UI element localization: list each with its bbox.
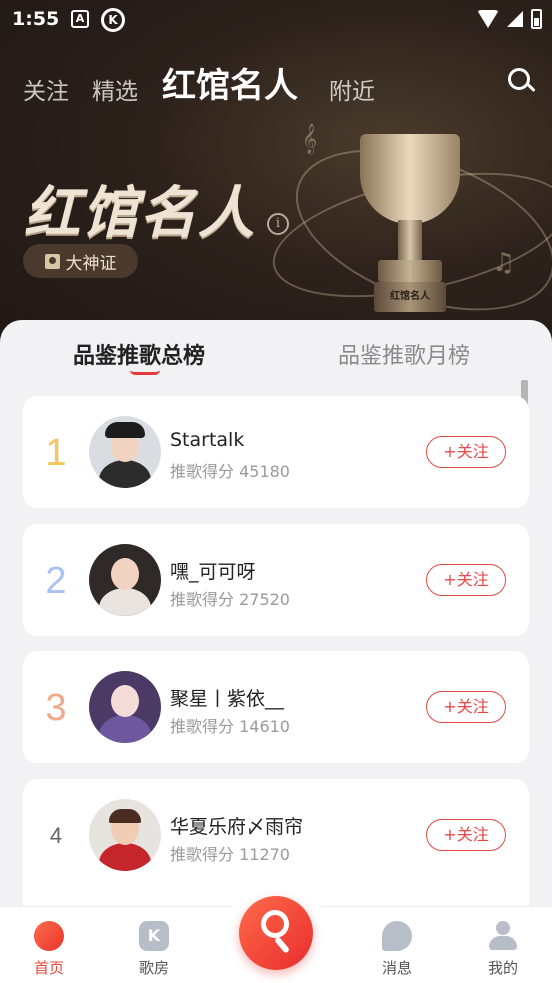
status-time: 1:55 (12, 8, 60, 30)
user-name: 聚星丨紫依__ (170, 688, 285, 710)
follow-button[interactable]: +关注 (426, 436, 506, 468)
ranking-row[interactable]: 3 聚星丨紫依__ 推歌得分 14610 +关注 (23, 651, 529, 763)
planet-icon (34, 921, 64, 951)
nav-label: 首页 (33, 959, 64, 977)
follow-button[interactable]: +关注 (426, 819, 506, 851)
nav-profile[interactable]: 我的 (463, 907, 543, 983)
top-nav: 关注 精选 红馆名人 附近 (0, 56, 552, 106)
follow-button[interactable]: +关注 (426, 564, 506, 596)
accessibility-icon: A (71, 10, 89, 28)
trophy-illustration: 红馆名人 𝄞 ♫ (261, 118, 552, 342)
active-tab-indicator (130, 370, 160, 375)
nav-home[interactable]: 首页 (9, 907, 89, 983)
user-score: 推歌得分 45180 (170, 462, 290, 481)
search-button[interactable] (506, 66, 536, 96)
nav-messages[interactable]: 消息 (357, 907, 437, 983)
tab-follow[interactable]: 关注 (23, 72, 69, 106)
nav-karaoke-room[interactable]: 歌房 (114, 907, 194, 983)
certificate-icon (44, 253, 60, 269)
rank-number: 2 (45, 560, 67, 602)
tab-nearby[interactable]: 附近 (329, 72, 375, 106)
user-score: 推歌得分 27520 (170, 590, 290, 609)
avatar[interactable] (89, 671, 161, 743)
tab-celebrities[interactable]: 红馆名人 (162, 58, 298, 107)
nav-label: 消息 (381, 959, 412, 977)
user-score: 推歌得分 14610 (170, 717, 290, 736)
bottom-nav: 首页 歌房 消息 我的 (0, 885, 552, 983)
ranking-tabs: 品鉴推歌总榜 品鉴推歌月榜 (0, 320, 552, 384)
avatar[interactable] (89, 416, 161, 488)
avatar[interactable] (89, 544, 161, 616)
music-note-icon: 𝄞 (302, 124, 318, 154)
trophy-plaque: 红馆名人 (374, 282, 446, 312)
user-name: 嘿_可可呀 (170, 561, 256, 583)
user-name: Startalk (170, 429, 245, 451)
rank-number: 4 (49, 823, 63, 848)
signal-icon (507, 11, 523, 27)
tab-featured[interactable]: 精选 (92, 72, 138, 106)
user-score: 推歌得分 11270 (170, 845, 290, 864)
sing-microphone-button[interactable] (239, 896, 313, 970)
battery-icon (531, 9, 542, 29)
microphone-icon (261, 910, 289, 938)
status-bar: 1:55 A K (0, 0, 552, 40)
hero-title: 红馆名人 (24, 181, 256, 246)
rank-number: 1 (45, 432, 67, 474)
rank-number: 3 (45, 687, 67, 729)
music-note-icon: ♫ (492, 248, 516, 278)
ranking-row[interactable]: 2 嘿_可可呀 推歌得分 27520 +关注 (23, 524, 529, 636)
tab-monthly-ranking[interactable]: 品鉴推歌月榜 (338, 338, 470, 370)
message-icon (382, 921, 412, 951)
status-indicators (477, 9, 542, 29)
profile-icon (488, 921, 518, 951)
k-room-icon (139, 921, 169, 951)
follow-button[interactable]: +关注 (426, 691, 506, 723)
info-icon[interactable]: i (267, 213, 289, 235)
nav-label: 我的 (487, 959, 518, 977)
avatar[interactable] (89, 799, 161, 871)
badge-label: 大神证 (65, 253, 117, 274)
nav-label: 歌房 (138, 959, 169, 977)
ranking-panel: 品鉴推歌总榜 品鉴推歌月榜 1 Startalk 推歌得分 45180 +关注 … (0, 320, 552, 920)
tab-total-ranking[interactable]: 品鉴推歌总榜 (73, 338, 205, 370)
hero-banner: 1:55 A K 关注 精选 红馆名人 附近 红馆名人 𝄞 ♫ 红馆名人 i 大… (0, 0, 552, 360)
master-badge-button[interactable]: 大神证 (23, 244, 138, 278)
wifi-icon (477, 10, 499, 28)
user-name: 华夏乐府〆雨帘 (170, 816, 304, 838)
search-icon (508, 68, 530, 90)
ranking-row[interactable]: 1 Startalk 推歌得分 45180 +关注 (23, 396, 529, 508)
k-app-icon: K (101, 8, 125, 32)
